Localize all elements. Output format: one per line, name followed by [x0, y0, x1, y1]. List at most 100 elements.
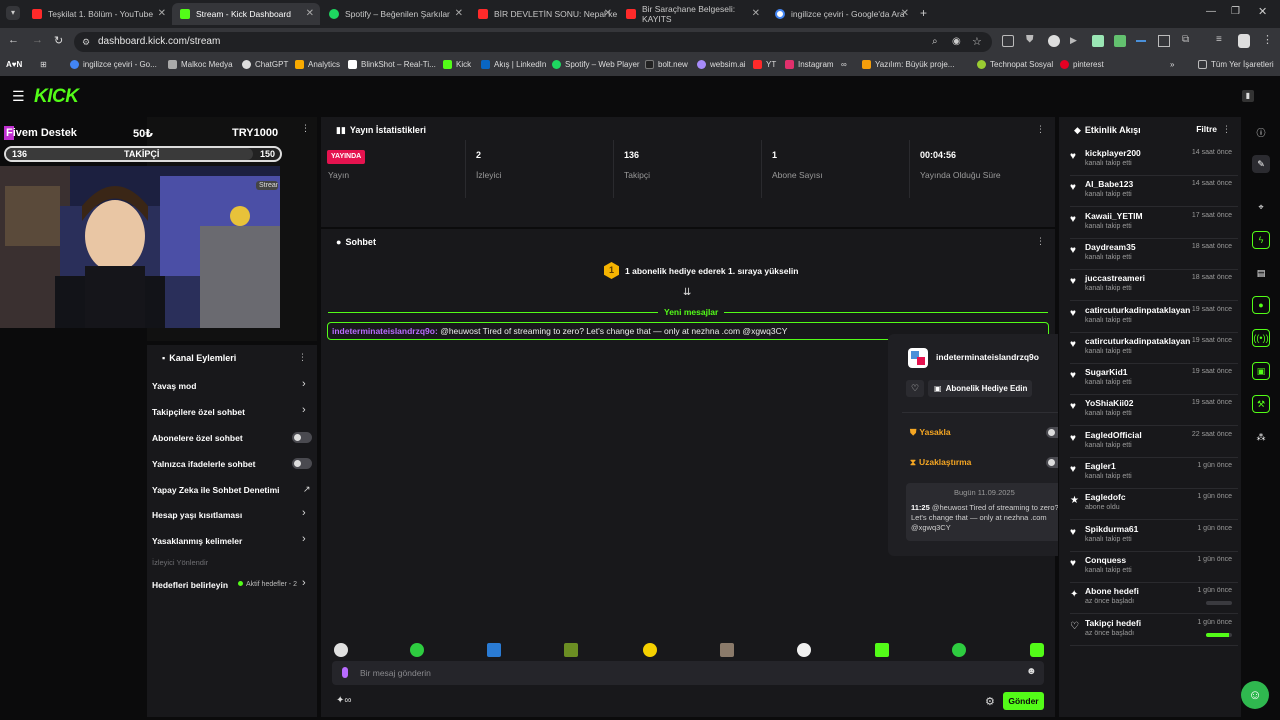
extension-icon[interactable] [1092, 35, 1104, 47]
action-slow-mode[interactable]: Yavaş mod [152, 381, 196, 391]
subscribers-only-toggle[interactable] [292, 432, 312, 443]
feed-item[interactable]: ♥ Kawaii_YETIM kanalı takip etti 17 saat ön… [1070, 209, 1238, 239]
send-button[interactable]: Gönder [1003, 692, 1044, 710]
feed-item[interactable]: ♥ Daydream35 kanalı takip etti 18 saat önce [1070, 240, 1238, 270]
emote-icon[interactable] [410, 643, 424, 657]
browser-tab[interactable]: Bir Saraçhane Belgeseli: KAYITS ✕ [618, 3, 766, 25]
document-icon[interactable]: ▤ [1252, 264, 1270, 282]
feed-item-name[interactable]: Daydream35 [1085, 242, 1136, 252]
capture-icon[interactable]: ⌖ [1252, 198, 1270, 216]
minimize-button[interactable]: — [1206, 6, 1216, 17]
bookmark-item[interactable]: ∞ [841, 60, 847, 69]
bookmark-item[interactable]: websim.ai [697, 60, 746, 69]
chat-icon[interactable]: ● [1252, 296, 1270, 314]
close-window-button[interactable]: ✕ [1258, 5, 1267, 18]
browser-tab[interactable]: ingilizce çeviri - Google'da Ara ✕ [767, 3, 915, 25]
extension-icon[interactable] [1158, 35, 1170, 47]
close-icon[interactable]: ✕ [604, 8, 612, 19]
emote-icon[interactable] [1030, 643, 1044, 657]
apps-icon[interactable]: ⊞ [40, 60, 47, 69]
close-icon[interactable]: ✕ [901, 8, 909, 19]
emote-icon[interactable] [875, 643, 889, 657]
star-icon[interactable]: ☆ [972, 32, 982, 52]
feed-item[interactable]: ♥ AI_Babe123 kanalı takip etti 14 saat önce [1070, 177, 1238, 208]
maximize-button[interactable]: ❐ [1231, 6, 1240, 17]
feed-item-name[interactable]: Kawaii_YETIM [1085, 211, 1143, 221]
close-icon[interactable]: ✕ [306, 8, 314, 19]
eye-off-icon[interactable]: ◉ [952, 32, 961, 52]
action-account-age[interactable]: Hesap yaşı kısıtlaması [152, 510, 242, 520]
bookmark-item[interactable]: ChatGPT [242, 60, 288, 69]
chevron-right-icon[interactable]: › [302, 404, 306, 416]
feed-item-name[interactable]: Eagler1 [1085, 461, 1116, 471]
action-set-goals[interactable]: Hedefleri belirleyin [152, 580, 228, 590]
emote-icon[interactable] [643, 643, 657, 657]
bookmark-item[interactable]: Kick [443, 60, 471, 69]
feed-item[interactable]: ♥ YoShiaKii02 kanalı takip etti 19 saat önc… [1070, 396, 1238, 427]
activity-feed-options-icon[interactable]: ⋮ [1222, 124, 1231, 135]
tab-search-icon[interactable]: ▾ [6, 6, 20, 20]
emote-icon[interactable] [564, 643, 578, 657]
extension-icon[interactable] [1048, 35, 1060, 47]
action-emotes-only[interactable]: Yalnızca ifadelerle sohbet [152, 459, 255, 469]
feed-item[interactable]: ★ Eagledofc abone oldu 1 gün önce [1070, 490, 1238, 521]
feed-item-name[interactable]: Conquess [1085, 555, 1126, 565]
stream-stats-options-icon[interactable]: ⋮ [1036, 124, 1045, 135]
url-input[interactable]: ⚙ dashboard.kick.com/stream ⌕ ◉ ☆ [74, 32, 992, 52]
feed-item[interactable]: ♥ Conquess kanalı takip etti 1 gün önce [1070, 553, 1238, 583]
gift-sub-button[interactable]: ▣ Abonelik Hediye Edin [928, 380, 1032, 397]
feed-item-name[interactable]: Spikdurma61 [1085, 524, 1138, 534]
action-subscribers-only[interactable]: Abonelere özel sohbet [152, 433, 243, 443]
emote-icon[interactable] [487, 643, 501, 657]
extension-icon[interactable] [1136, 40, 1146, 42]
bookmark-item[interactable]: ingilizce çeviri - Go... [70, 60, 157, 69]
filter-button[interactable]: Filtre [1196, 124, 1217, 134]
emoji-icon[interactable]: ☻ [1026, 666, 1037, 677]
extension-icon[interactable] [1114, 35, 1126, 47]
feed-item[interactable]: ♥ juccastreameri kanalı takip etti 18 saat … [1070, 271, 1238, 302]
feed-item-name[interactable]: Eagledofc [1085, 492, 1126, 502]
chevron-right-icon[interactable]: › [302, 577, 306, 589]
bookmark-item[interactable]: bolt.new [645, 60, 688, 69]
emote-icon[interactable] [797, 643, 811, 657]
chevron-right-icon[interactable]: › [302, 533, 306, 545]
browser-tab-active[interactable]: Stream - Kick Dashboard ✕ [172, 3, 320, 25]
menu-list-icon[interactable]: ≡ [1216, 34, 1222, 45]
emote-icon[interactable] [334, 643, 348, 657]
hamburger-menu-icon[interactable]: ☰ [12, 88, 25, 105]
bookmark-item[interactable]: Akış | LinkedIn [481, 60, 546, 69]
feed-item-name[interactable]: SugarKid1 [1085, 367, 1128, 377]
channel-actions-options-icon[interactable]: ⋮ [298, 352, 307, 363]
new-tab-button[interactable]: + [920, 6, 927, 20]
browser-menu-icon[interactable]: ⋮ [1262, 33, 1273, 46]
microphone-icon[interactable] [342, 667, 348, 678]
shield-icon[interactable]: ⛊ [1026, 34, 1034, 45]
layout-icon[interactable]: ▣ [1252, 362, 1270, 380]
support-chat-button[interactable]: ☺ [1241, 681, 1269, 709]
close-icon[interactable]: ✕ [752, 8, 760, 19]
feed-item[interactable]: ♥ catircuturkadinpataklayan kanalı takip e… [1070, 303, 1238, 333]
feed-item-name[interactable]: EagledOfficial [1085, 430, 1142, 440]
chevron-right-icon[interactable]: › [302, 378, 306, 390]
feed-item-name[interactable]: juccastreameri [1085, 273, 1145, 283]
puzzle-icon[interactable]: ⧉ [1182, 34, 1189, 45]
action-followers-only[interactable]: Takipçilere özel sohbet [152, 407, 245, 417]
stream-preview[interactable] [0, 166, 280, 328]
emote-icon[interactable] [720, 643, 734, 657]
forward-button[interactable]: → [32, 34, 43, 46]
bookmark-logo[interactable]: A♥N [6, 60, 22, 69]
close-icon[interactable]: ✕ [158, 8, 166, 19]
site-info-icon[interactable]: ⚙ [82, 32, 90, 52]
kick-logo[interactable]: KICK [34, 86, 79, 108]
notifications-icon[interactable]: ▮ [1242, 90, 1254, 102]
feed-item[interactable]: ♥ catircuturkadinpataklayan kanalı takip e… [1070, 334, 1238, 364]
chevron-right-icon[interactable]: › [302, 507, 306, 519]
bookmark-item[interactable]: BlinkShot – Real-Ti... [348, 60, 436, 69]
feed-item-name[interactable]: catircuturkadinpataklayan [1085, 336, 1190, 346]
feed-item[interactable]: ♥ Eagler1 kanalı takip etti 1 gün önce [1070, 459, 1238, 489]
feed-goal-item[interactable]: ✦ Abone hedefi az önce başladı 1 gün önce [1070, 584, 1238, 615]
all-bookmarks[interactable]: Tüm Yer İşaretleri [1198, 60, 1274, 69]
feed-item-name[interactable]: AI_Babe123 [1085, 179, 1133, 189]
edit-icon[interactable]: ✎ [1252, 155, 1270, 173]
bookmark-item[interactable]: Instagram [785, 60, 834, 69]
